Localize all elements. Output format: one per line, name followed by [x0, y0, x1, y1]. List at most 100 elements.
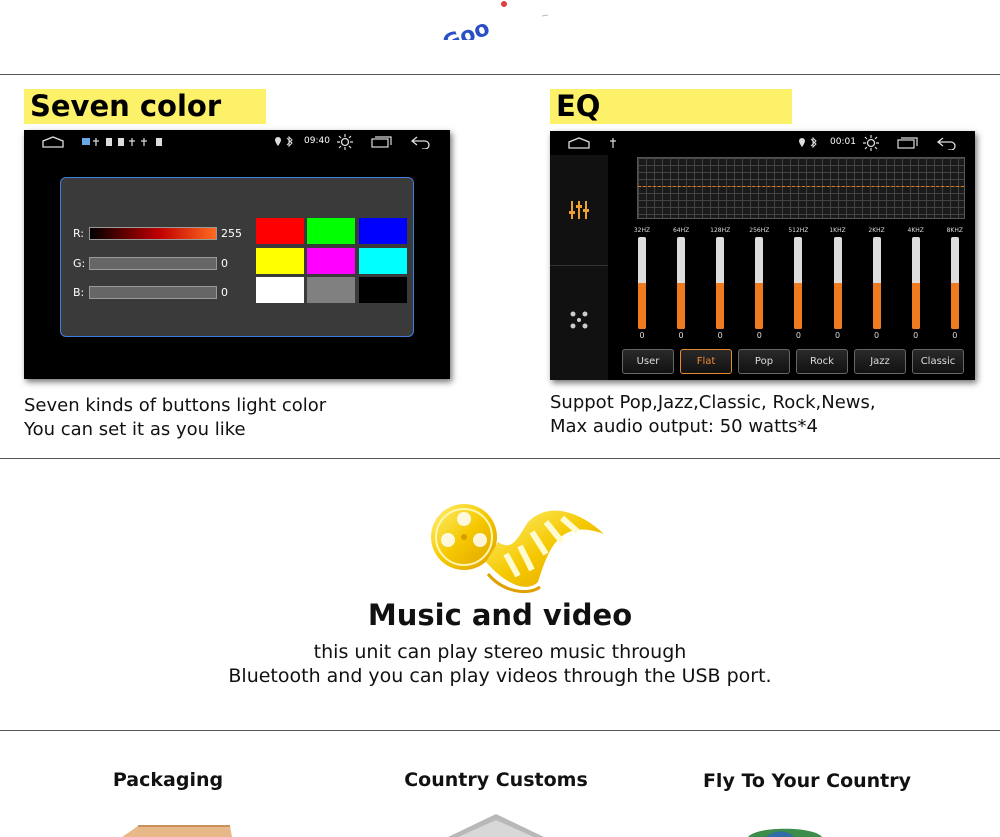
seven-color-caption-2: You can set it as you like [24, 419, 246, 440]
brightness-icon[interactable] [337, 134, 353, 150]
seven-color-heading: Seven color [24, 89, 266, 124]
globe-icon [748, 828, 822, 837]
fly-title: Fly To Your Country [702, 770, 912, 792]
eq-band-label: 64HZ [672, 227, 690, 234]
customs-title: Country Customs [404, 769, 588, 791]
r-slider[interactable] [89, 227, 217, 240]
b-slider[interactable] [89, 286, 217, 299]
eq-heading: EQ [550, 89, 792, 124]
eq-band: 128HZ 0 [705, 227, 735, 347]
music-title: Music and video [367, 598, 633, 632]
eq-band: 512HZ 0 [783, 227, 813, 347]
status-bar: 09:40 [24, 130, 450, 154]
eq-band-label: 8KHZ [946, 227, 963, 234]
eq-band-value: 0 [756, 331, 762, 340]
eq-band-slider[interactable] [677, 237, 686, 329]
eq-band-label: 512HZ [788, 227, 809, 234]
color-swatch[interactable] [256, 277, 304, 303]
eq-band-fill [950, 283, 959, 329]
packaging-title: Packaging [112, 769, 224, 791]
location-bluetooth-icons [799, 137, 817, 149]
g-value: 0 [221, 257, 228, 270]
status-time: 09:40 [304, 136, 330, 146]
customs-building-icon [448, 814, 544, 837]
google-logo-fragment: Goo [439, 1, 549, 40]
eq-band-slider[interactable] [950, 237, 959, 329]
eq-band-value: 0 [834, 331, 841, 340]
home-icon[interactable] [42, 136, 64, 148]
g-slider[interactable] [89, 257, 217, 270]
eq-side-panel [550, 155, 608, 380]
eq-band: 64HZ 0 [666, 227, 696, 347]
color-swatch[interactable] [256, 248, 304, 274]
eq-band-fill [677, 283, 686, 329]
eq-curve-graph [637, 157, 965, 219]
eq-band-fill [833, 283, 842, 329]
back-icon[interactable] [936, 136, 958, 150]
sound-field-icon[interactable] [569, 310, 589, 330]
eq-band-slider[interactable] [794, 237, 803, 329]
color-swatch[interactable] [307, 277, 355, 303]
eq-band-slider[interactable] [872, 237, 881, 329]
back-icon[interactable] [410, 135, 432, 149]
color-swatch[interactable] [359, 218, 407, 244]
divider-top [0, 74, 1000, 75]
eq-band-value: 0 [678, 331, 684, 340]
eq-band: 1KHZ 0 [823, 227, 853, 347]
eq-caption-2: Max audio output: 50 watts*4 [550, 416, 819, 437]
side-divider [550, 265, 608, 266]
eq-band-value: 0 [913, 331, 919, 340]
eq-band-fill [911, 283, 920, 329]
eq-caption-1: Suppot Pop,Jazz,Classic, Rock,News, [550, 392, 876, 413]
eq-band-label: 1KHZ [829, 227, 846, 234]
eq-band: 8KHZ 0 [940, 227, 970, 347]
preset-button-jazz[interactable]: Jazz [854, 349, 906, 374]
eq-band: 256HZ 0 [744, 227, 774, 347]
g-label: G: [73, 257, 86, 270]
home-icon[interactable] [568, 137, 590, 149]
status-time: 00:01 [830, 137, 856, 147]
r-value: 255 [221, 227, 242, 240]
eq-band-value: 0 [717, 331, 723, 340]
logo-text: Goo [439, 16, 493, 40]
eq-screen: 00:01 32HZ 0 64HZ 0 128HZ 0 256HZ 0 512HZ 0 1K [550, 131, 975, 380]
equalizer-icon[interactable] [568, 199, 590, 221]
seven-color-screen: 09:40 R: 255 G: 0 B: 0 [24, 130, 450, 379]
color-panel: R: 255 G: 0 B: 0 [60, 177, 414, 337]
eq-band-slider[interactable] [755, 237, 764, 329]
color-swatch[interactable] [307, 218, 355, 244]
eq-band: 2KHZ 0 [862, 227, 892, 347]
eq-band-slider[interactable] [833, 237, 842, 329]
preset-button-rock[interactable]: Rock [796, 349, 848, 374]
preset-button-user[interactable]: User [622, 349, 674, 374]
preset-button-pop[interactable]: Pop [738, 349, 790, 374]
eq-band-slider[interactable] [638, 237, 646, 329]
eq-band-slider[interactable] [716, 237, 725, 329]
notification-icons [82, 138, 162, 146]
divider-middle [0, 458, 1000, 459]
recent-apps-icon[interactable] [371, 136, 393, 148]
eq-band: 4KHZ 0 [901, 227, 931, 347]
color-swatch[interactable] [359, 277, 407, 303]
brightness-icon[interactable] [863, 135, 879, 151]
color-swatch[interactable] [359, 248, 407, 274]
eq-band-fill [716, 283, 725, 329]
color-swatch[interactable] [256, 218, 304, 244]
eq-band: 32HZ 0 [627, 227, 657, 347]
seven-color-caption-1: Seven kinds of buttons light color [24, 395, 327, 416]
eq-band-value: 0 [952, 331, 958, 340]
music-line-1: this unit can play stereo music through [313, 641, 687, 663]
eq-band-value: 0 [639, 331, 645, 340]
eq-band-fill [794, 283, 803, 329]
r-label: R: [73, 227, 85, 240]
eq-band-slider[interactable] [911, 237, 920, 329]
b-value: 0 [221, 286, 228, 299]
recent-apps-icon[interactable] [897, 137, 919, 149]
preset-button-classic[interactable]: Classic [912, 349, 964, 374]
color-swatch[interactable] [307, 248, 355, 274]
eq-curve-line [638, 186, 964, 187]
film-reel-icon [431, 504, 604, 594]
preset-button-flat[interactable]: Flat [680, 349, 732, 374]
eq-band-label: 256HZ [749, 227, 770, 234]
usb-icon [610, 138, 616, 148]
